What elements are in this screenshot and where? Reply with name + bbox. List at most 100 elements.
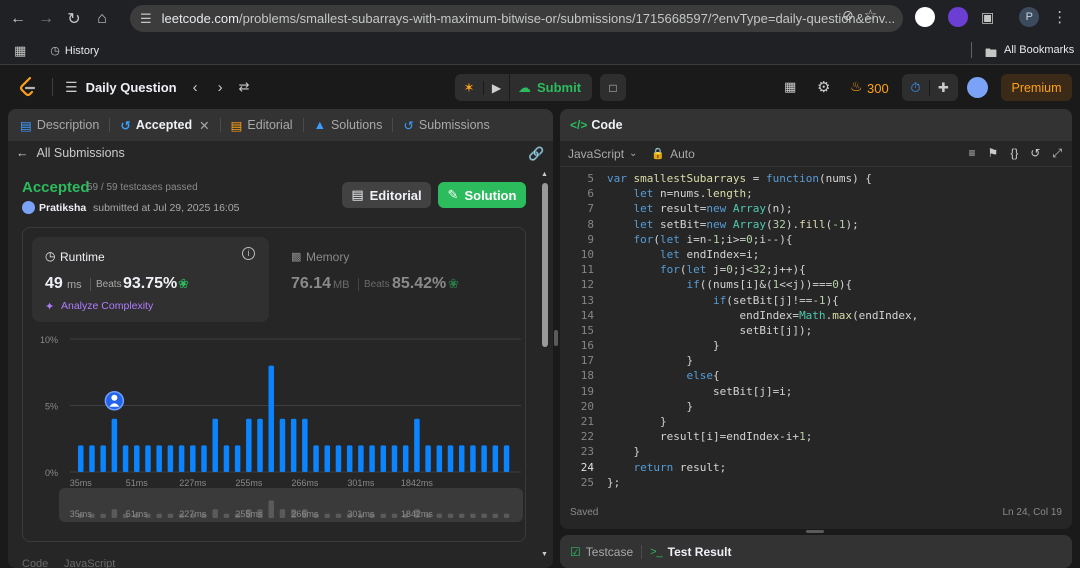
analyze-complexity-link[interactable]: Analyze Complexity	[61, 300, 153, 312]
chart-bar[interactable]	[470, 445, 476, 472]
code-line[interactable]: let setBit=new Array(32).fill(-1);	[607, 217, 918, 232]
next-chevron-icon[interactable]: ›	[218, 79, 223, 96]
chart-bar[interactable]	[481, 445, 487, 472]
code-line[interactable]: setBit[j]);	[607, 323, 918, 338]
code-line[interactable]: };	[607, 475, 918, 490]
chart-bar[interactable]	[246, 418, 252, 472]
language-select[interactable]: JavaScript	[568, 147, 624, 161]
menu-dots-icon[interactable]: ⋮	[1052, 8, 1067, 26]
add-user-icon[interactable]: ✚	[929, 79, 957, 96]
nav-title[interactable]: Daily Question	[86, 80, 177, 95]
code-line[interactable]: if(setBit[j]!==-1){	[607, 293, 918, 308]
runtime-card[interactable]: ◷ Runtime i 49 ms Beats 93.75% ❀ ✦ Analy…	[32, 237, 269, 322]
chart-bar[interactable]	[447, 445, 454, 472]
tab-solutions[interactable]: ▲ Solutions	[308, 118, 389, 132]
chart-bar[interactable]	[156, 445, 162, 472]
close-tab-icon[interactable]: ✕	[199, 118, 209, 133]
chart-bar[interactable]	[425, 445, 431, 472]
chart-bar[interactable]	[201, 445, 207, 472]
eye-off-icon[interactable]: ⊘	[842, 7, 854, 24]
leetcode-logo[interactable]	[18, 76, 38, 98]
editorial-button[interactable]: ▤ Editorial	[342, 182, 431, 208]
notes-button[interactable]: □	[600, 74, 626, 101]
tab-description[interactable]: ▤ Description	[14, 118, 105, 133]
panel-resize-handle[interactable]	[554, 330, 558, 346]
chart-bar[interactable]	[492, 445, 499, 472]
tab-accepted[interactable]: ↺ Accepted ✕	[114, 118, 215, 133]
chart-bar[interactable]	[335, 445, 342, 472]
user-avatar[interactable]	[967, 77, 988, 98]
chart-bar[interactable]	[290, 418, 297, 472]
format-icon[interactable]: ≡	[969, 146, 976, 161]
tab-testcase[interactable]: Testcase	[586, 545, 633, 559]
author-name[interactable]: Pratiksha	[39, 202, 86, 214]
code-line[interactable]: setBit[j]=i;	[607, 384, 918, 399]
chart-bar[interactable]	[380, 445, 387, 472]
all-bookmarks[interactable]: All Bookmarks	[1004, 44, 1074, 56]
timer-icon[interactable]: ⏱	[902, 80, 929, 96]
debug-icon[interactable]: ✶	[455, 80, 483, 96]
chart-bar[interactable]	[100, 445, 106, 472]
chart-bar[interactable]	[436, 445, 443, 472]
chart-bar[interactable]	[402, 445, 409, 472]
code-line[interactable]: let endIndex=i;	[607, 247, 918, 262]
link-icon[interactable]: 🔗	[528, 146, 544, 162]
code-line[interactable]: }	[607, 353, 918, 368]
code-line[interactable]: for(let j=0;j<32;j++){	[607, 262, 918, 277]
code-line[interactable]: }	[607, 399, 918, 414]
chevron-down-icon[interactable]: ⌄	[629, 148, 637, 159]
submit-button[interactable]: ☁ Submit	[509, 74, 581, 101]
back-arrow-icon[interactable]: ←	[4, 5, 32, 33]
apps-grid-icon[interactable]: ▦	[14, 43, 26, 59]
chart-bar[interactable]	[458, 445, 465, 472]
chart-bar[interactable]	[111, 418, 118, 472]
profile-avatar[interactable]: P	[1019, 7, 1040, 27]
code-line[interactable]: return result;	[607, 460, 918, 475]
extensions-puzzle-icon[interactable]: ▣	[981, 9, 994, 26]
info-icon[interactable]: i	[242, 247, 255, 260]
bookmark-icon[interactable]: ⚑	[988, 146, 999, 161]
extension-pen-icon[interactable]	[915, 7, 935, 27]
prev-chevron-icon[interactable]: ‹	[193, 79, 198, 96]
chart-bar[interactable]	[167, 445, 174, 472]
chart-bar[interactable]	[324, 445, 331, 472]
chart-bar[interactable]	[89, 445, 95, 472]
streak-count[interactable]: 300	[867, 81, 889, 96]
chart-bar[interactable]	[122, 445, 129, 472]
code-line[interactable]: else{	[607, 368, 918, 383]
chart-bar[interactable]	[78, 445, 84, 472]
address-bar[interactable]: ☰ leetcode.com/problems/smallest-subarra…	[130, 5, 903, 32]
code-line[interactable]: let result=new Array(n);	[607, 201, 918, 216]
code-line[interactable]: }	[607, 414, 918, 429]
left-scrollbar[interactable]: ▲ ▼	[541, 171, 549, 568]
star-icon[interactable]: ☆	[864, 6, 877, 24]
auto-mode[interactable]: Auto	[670, 147, 695, 161]
code-content[interactable]: var smallestSubarrays = function(nums) {…	[607, 171, 918, 490]
chart-bar[interactable]	[414, 418, 420, 472]
settings-gear-icon[interactable]: ⚙	[817, 78, 830, 96]
chart-bar[interactable]	[391, 445, 398, 472]
braces-icon[interactable]: {}	[1010, 146, 1018, 161]
code-line[interactable]: endIndex=Math.max(endIndex,	[607, 308, 918, 323]
chart-bar[interactable]	[268, 365, 274, 472]
solution-button[interactable]: ✎ Solution	[438, 182, 526, 208]
forward-arrow-icon[interactable]: →	[32, 5, 60, 33]
shuffle-icon[interactable]: ⇄	[239, 79, 250, 95]
chart-bar[interactable]	[369, 445, 375, 472]
layout-icon[interactable]: ▦	[784, 79, 796, 95]
code-line[interactable]: result[i]=endIndex-i+1;	[607, 429, 918, 444]
tab-test-result[interactable]: Test Result	[668, 545, 732, 559]
chart-bar[interactable]	[503, 445, 510, 472]
chart-bar[interactable]	[279, 418, 286, 472]
home-icon[interactable]: ⌂	[88, 5, 116, 33]
tab-code-label[interactable]: Code	[591, 118, 622, 132]
code-line[interactable]: for(let i=n-1;i>=0;i--){	[607, 232, 918, 247]
code-line[interactable]: var smallestSubarrays = function(nums) {	[607, 171, 918, 186]
chart-bar[interactable]	[190, 445, 196, 472]
chart-bar[interactable]	[257, 418, 263, 472]
scroll-up-icon[interactable]: ▲	[541, 171, 548, 178]
tab-editorial[interactable]: ▤ Editorial	[225, 118, 299, 133]
code-line[interactable]: }	[607, 338, 918, 353]
chart-bar[interactable]	[223, 445, 230, 472]
reload-icon[interactable]: ↻	[60, 5, 88, 33]
